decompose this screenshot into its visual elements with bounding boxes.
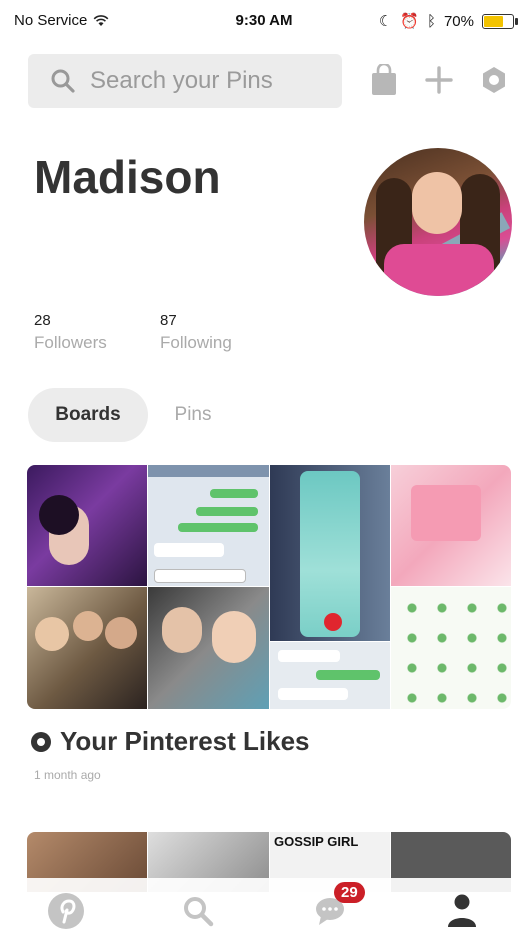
following-stat[interactable]: 87 Following (160, 312, 232, 353)
pinterest-logo-icon (48, 893, 84, 929)
profile-name: Madison (34, 151, 221, 203)
settings-button[interactable] (476, 60, 512, 100)
pin-text: GOSSIP GIRL (274, 834, 359, 849)
board-cover-collage[interactable] (27, 465, 511, 709)
pin-thumbnail (148, 587, 269, 709)
search-bar[interactable] (28, 54, 342, 108)
followers-label: Followers (34, 333, 107, 352)
followers-stat[interactable]: 28 Followers (34, 312, 107, 353)
nav-messages[interactable]: 29 (264, 878, 396, 944)
board-title[interactable]: Your Pinterest Likes (30, 726, 310, 757)
add-pin-button[interactable] (421, 60, 457, 100)
pin-thumbnail (27, 587, 147, 709)
alarm-icon: ⏰ (400, 13, 419, 30)
battery-icon (482, 13, 518, 29)
tab-boards[interactable]: Boards (28, 388, 148, 442)
search-input[interactable] (90, 67, 330, 95)
status-bar: No Service 9:30 AM ☾ ⏰ ᛒ 70% (0, 0, 528, 42)
status-right: ☾ ⏰ ᛒ 70% (378, 12, 518, 30)
following-count: 87 (160, 312, 177, 329)
pin-thumbnail (27, 465, 147, 586)
followers-count: 28 (34, 312, 51, 329)
search-icon (51, 69, 75, 93)
search-icon (184, 897, 214, 927)
nav-search[interactable] (132, 878, 264, 944)
shop-bag-button[interactable] (366, 60, 402, 100)
nav-home[interactable] (0, 878, 132, 944)
pin-thumbnail (270, 465, 390, 641)
plus-icon (425, 66, 453, 94)
profile-avatar[interactable] (364, 148, 512, 296)
bottom-nav: 29 (0, 878, 528, 944)
pin-thumbnail (391, 465, 511, 586)
nav-profile[interactable] (396, 878, 528, 944)
bluetooth-icon: ᛒ (426, 12, 436, 30)
moon-icon: ☾ (378, 13, 393, 30)
messages-badge: 29 (334, 882, 365, 903)
shopping-bag-icon (372, 64, 396, 95)
tab-pins[interactable]: Pins (158, 388, 228, 442)
pin-thumbnail (391, 587, 511, 709)
person-icon (448, 894, 476, 927)
following-label: Following (160, 333, 232, 352)
pin-thumbnail (148, 465, 269, 586)
secret-board-icon (31, 731, 51, 752)
board-title-text: Your Pinterest Likes (60, 726, 310, 756)
gear-icon (483, 67, 505, 93)
battery-text: 70% (443, 12, 474, 30)
pin-thumbnail (270, 642, 390, 709)
board-updated-time: 1 month ago (34, 768, 101, 782)
